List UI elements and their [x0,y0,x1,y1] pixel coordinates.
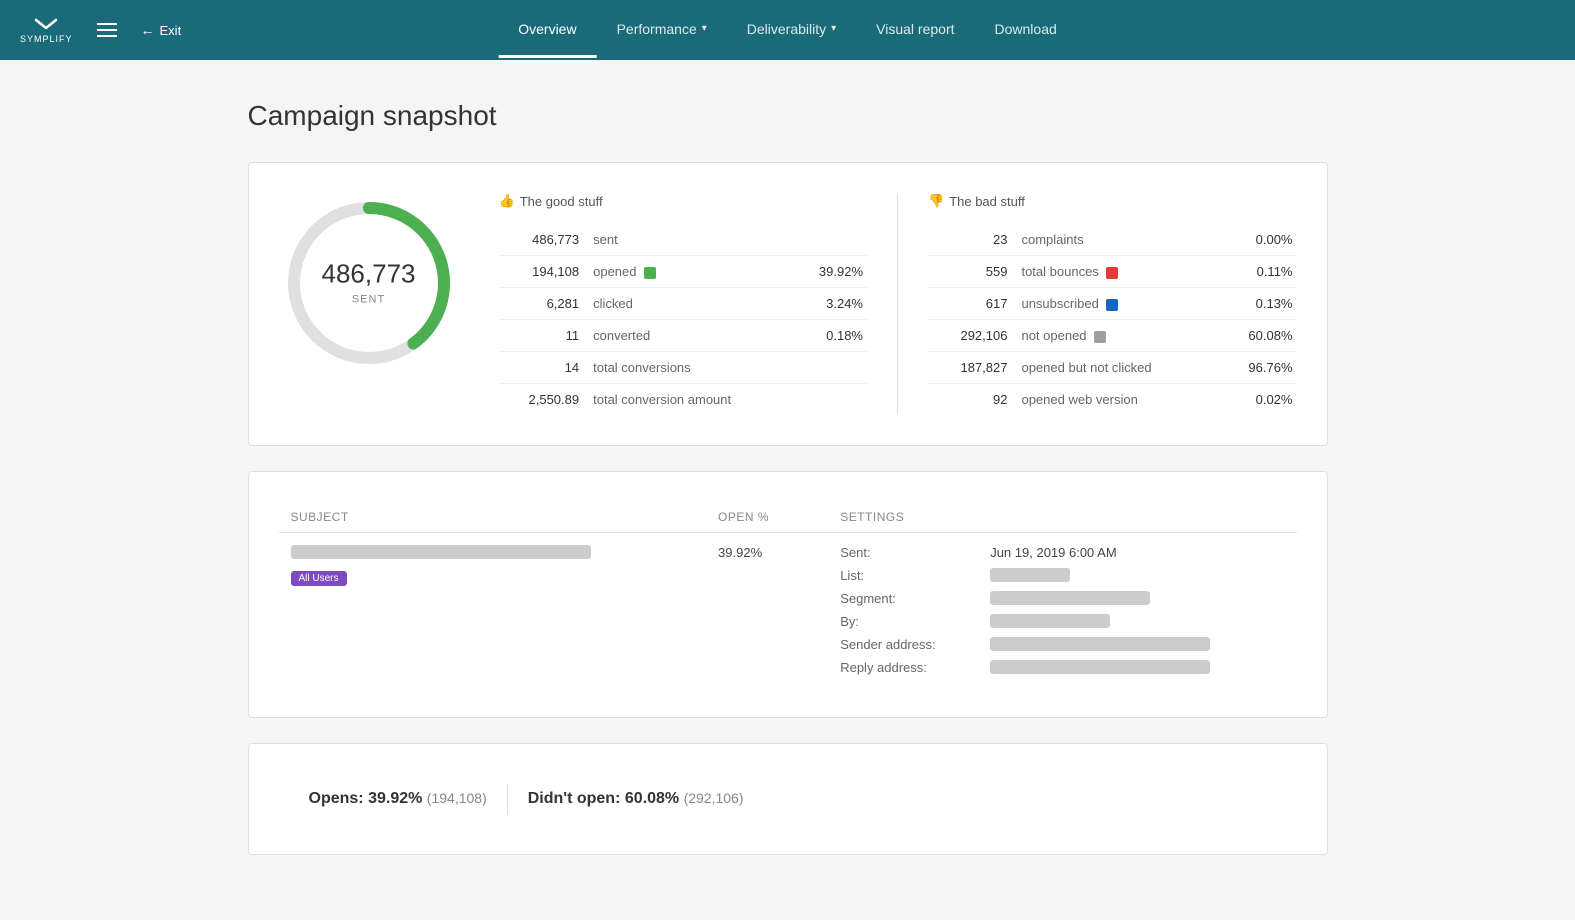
bottom-stats-card: Opens: 39.92% (194,108) Didn't open: 60.… [248,743,1328,855]
nav-deliverability[interactable]: Deliverability ▾ [727,3,856,58]
nav-performance[interactable]: Performance ▾ [597,3,727,58]
good-stat-converted: 11 converted 0.18% [499,320,868,352]
thumbs-down-icon: 👎 [928,193,944,209]
unsubscribed-color-dot [1106,299,1118,311]
settings-by-label: By: [840,614,980,629]
settings-segment-value [990,591,1150,605]
donut-number: 486,773 [322,259,416,290]
settings-sent-value: Jun 19, 2019 6:00 AM [990,545,1284,560]
col-settings: Settings [828,502,1296,533]
campaign-table: Subject Open % Settings blurred subject … [279,502,1297,687]
good-stats-table: 486,773 sent 194,108 opened 39.92% 6,281 [499,224,868,415]
nav-overview[interactable]: Overview [498,3,596,58]
snapshot-grid: 486,773 SENT 👍 The good stuff 486,773 [279,193,1297,415]
settings-sent-label: Sent: [840,545,980,560]
header-left: SYMPLIFY ← Exit [20,16,181,44]
not-opened-color-dot [1094,331,1106,343]
main-content: Campaign snapshot 486,773 SENT [188,60,1388,920]
logo: SYMPLIFY [20,16,73,44]
didnt-open-label: Didn't open: [528,790,621,807]
good-stat-opened: 194,108 opened 39.92% [499,256,868,288]
bad-stat-opened-not-clicked: 187,827 opened but not clicked 96.76% [928,352,1297,384]
logo-text: SYMPLIFY [20,34,73,44]
settings-segment-label: Segment: [840,591,980,606]
campaign-open-pct-cell: 39.92% [706,533,828,688]
bottom-stats: Opens: 39.92% (194,108) Didn't open: 60.… [279,764,1297,834]
nav-download[interactable]: Download [975,3,1077,58]
campaign-detail-card: Subject Open % Settings blurred subject … [248,471,1328,718]
bad-stat-unsubscribed: 617 unsubscribed 0.13% [928,288,1297,320]
settings-sender-value [990,637,1210,651]
col-subject: Subject [279,502,707,533]
stats-sections: 👍 The good stuff 486,773 sent 194,108 [499,193,1297,415]
performance-dropdown-icon: ▾ [702,23,707,34]
didnt-open-count: (292,106) [684,790,744,806]
good-stats-title: 👍 The good stuff [499,193,868,209]
bad-stat-bounces: 559 total bounces 0.11% [928,256,1297,288]
bad-stat-complaints: 23 complaints 0.00% [928,224,1297,256]
settings-grid: Sent: Jun 19, 2019 6:00 AM List: Segment… [840,545,1284,675]
subject-blurred: blurred subject text here shown redacted [291,545,591,559]
exit-label: Exit [160,23,182,38]
settings-reply-label: Reply address: [840,660,980,675]
bottom-divider [507,784,508,814]
thumbs-up-icon: 👍 [499,193,515,209]
bad-stat-opened-web: 92 opened web version 0.02% [928,384,1297,416]
settings-by-value [990,614,1110,628]
bad-stats-section: 👎 The bad stuff 23 complaints 0.00% 559 [928,193,1297,415]
bad-stat-not-opened: 292,106 not opened 60.08% [928,320,1297,352]
hamburger-button[interactable] [93,19,121,41]
donut-center: 486,773 SENT [322,259,416,308]
didnt-open-pct: 60.08% [625,790,679,807]
page-title: Campaign snapshot [248,100,1328,132]
main-nav: Overview Performance ▾ Deliverability ▾ … [498,3,1077,58]
bad-stats-table: 23 complaints 0.00% 559 total bounces 0.… [928,224,1297,415]
header: SYMPLIFY ← Exit Overview Performance ▾ D… [0,0,1575,60]
stats-divider [897,193,898,415]
donut-label: SENT [352,294,385,306]
deliverability-dropdown-icon: ▾ [831,23,836,34]
settings-reply-value [990,660,1210,674]
opened-color-dot [644,267,656,279]
bounces-color-dot [1106,267,1118,279]
settings-list-label: List: [840,568,980,583]
bad-stats-title: 👎 The bad stuff [928,193,1297,209]
campaign-settings-cell: Sent: Jun 19, 2019 6:00 AM List: Segment… [828,533,1296,688]
opens-count: (194,108) [427,790,487,806]
exit-button[interactable]: ← Exit [141,22,182,38]
good-stat-clicked: 6,281 clicked 3.24% [499,288,868,320]
snapshot-card: 486,773 SENT 👍 The good stuff 486,773 [248,162,1328,446]
col-open-pct: Open % [706,502,828,533]
campaign-subject-cell: blurred subject text here shown redacted… [279,533,707,688]
opens-pct: 39.92% [368,790,422,807]
settings-list-value [990,568,1070,582]
opens-label: Opens: [309,790,364,807]
nav-visual-report[interactable]: Visual report [856,3,974,58]
good-stat-sent: 486,773 sent [499,224,868,256]
campaign-row: blurred subject text here shown redacted… [279,533,1297,688]
settings-sender-label: Sender address: [840,637,980,652]
donut-chart: 486,773 SENT [279,193,459,373]
all-users-tag: All Users [291,571,347,586]
good-stat-total-conversions: 14 total conversions [499,352,868,384]
didnt-open-stat: Didn't open: 60.08% (292,106) [528,790,744,808]
opens-stat: Opens: 39.92% (194,108) [309,790,487,808]
good-stat-conversion-amount: 2,550.89 total conversion amount [499,384,868,416]
good-stats-section: 👍 The good stuff 486,773 sent 194,108 [499,193,868,415]
